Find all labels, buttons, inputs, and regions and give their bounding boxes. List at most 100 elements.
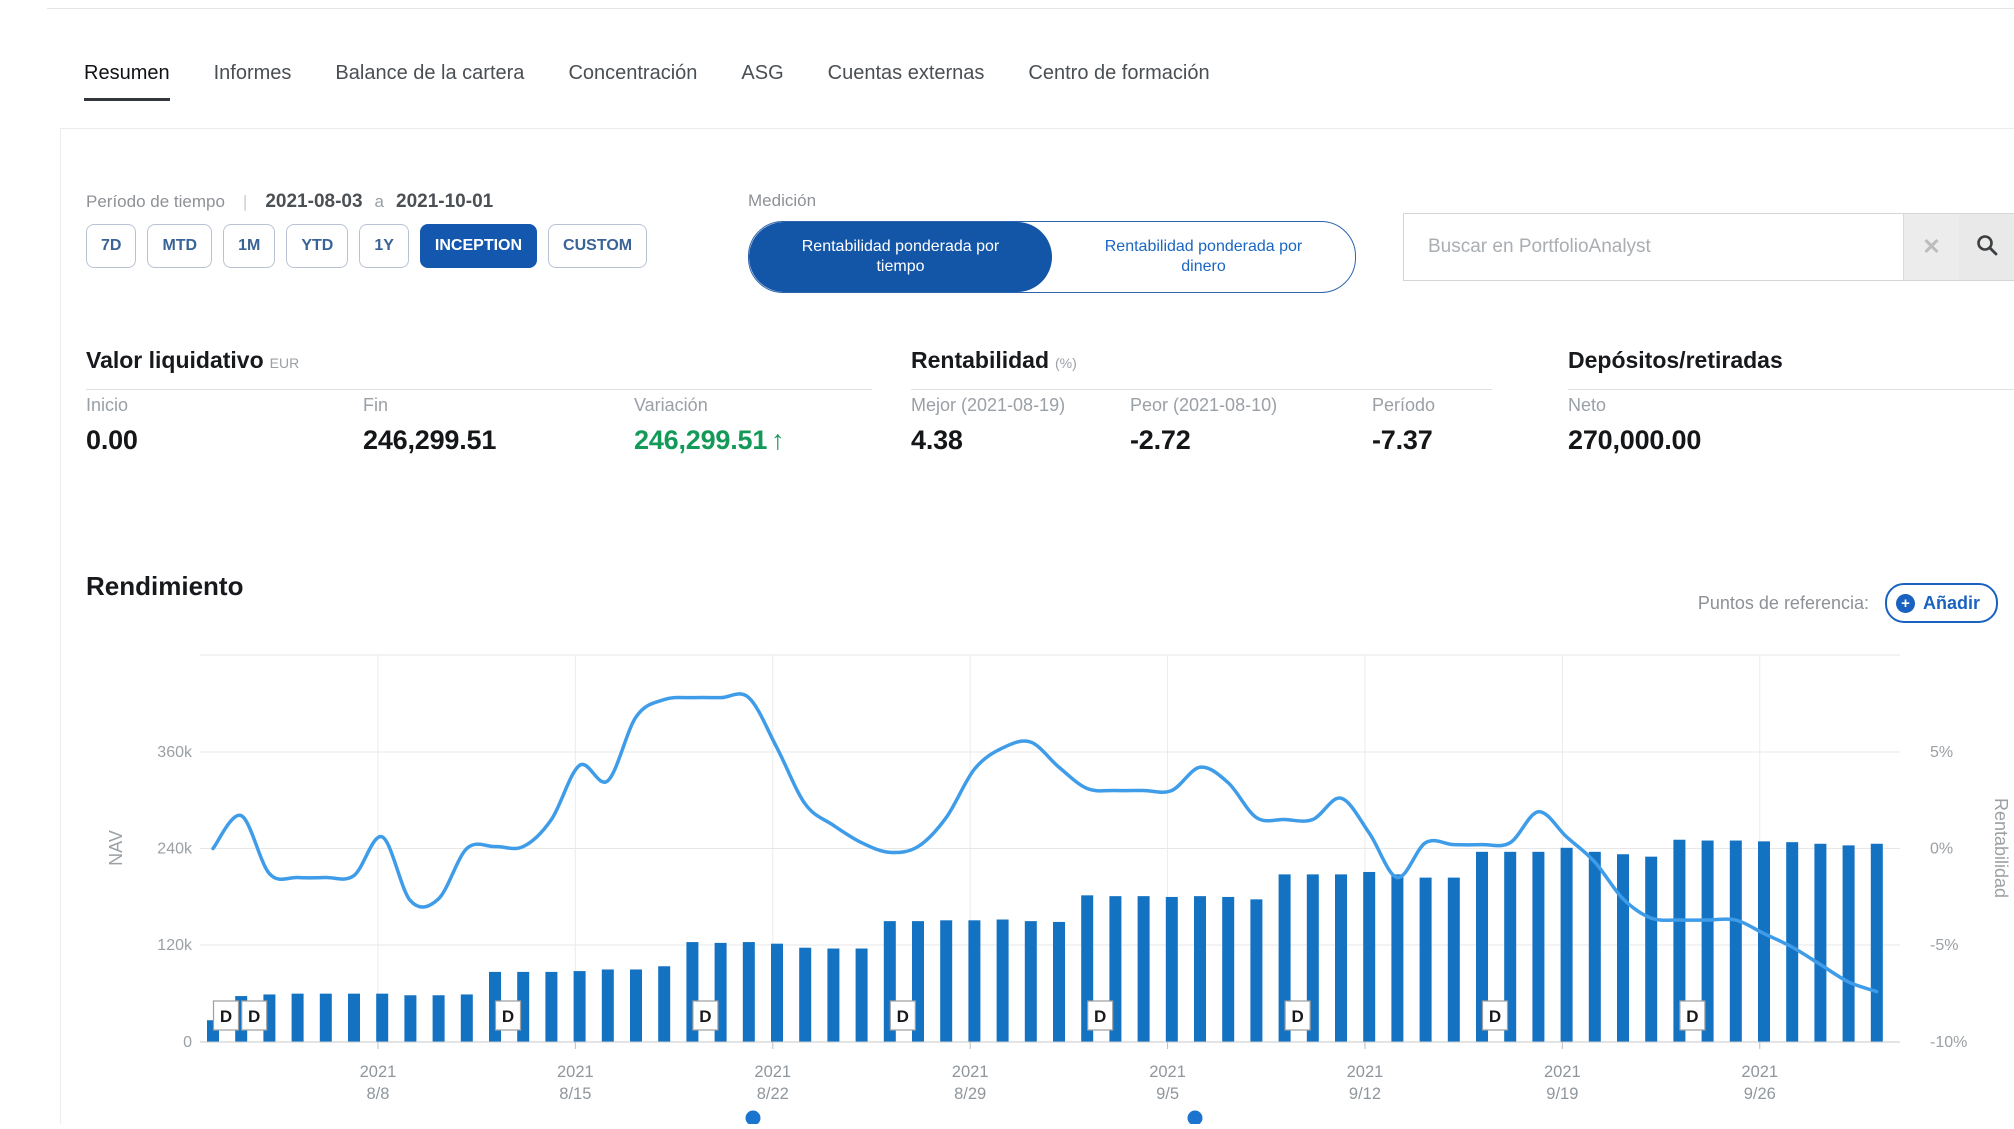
- nav-bar: [1138, 896, 1150, 1042]
- stat-column: Inicio0.00: [86, 395, 138, 456]
- x-tick-date: 9/5: [1156, 1085, 1179, 1103]
- nav-axis-tick: 360k: [157, 744, 193, 761]
- period-to-date: 2021-10-01: [396, 191, 493, 213]
- benchmark-label: Puntos de referencia:: [1698, 593, 1869, 614]
- stat-label: Variación: [634, 395, 784, 416]
- x-tick-year: 2021: [557, 1063, 594, 1081]
- nav-bar: [743, 942, 755, 1042]
- x-tick-date: 8/22: [757, 1085, 789, 1103]
- measure-label: Medición: [748, 191, 816, 211]
- return-axis-tick: -5%: [1930, 937, 1958, 954]
- search-button[interactable]: [1959, 214, 2014, 280]
- header-divider: [47, 8, 2014, 9]
- tab-balance-de-la-cartera[interactable]: Balance de la cartera: [335, 62, 524, 101]
- nav-bar: [1758, 841, 1770, 1042]
- performance-title: Rendimiento: [86, 571, 243, 602]
- stat-value-text: 4.38: [911, 425, 963, 455]
- tab-resumen[interactable]: Resumen: [84, 62, 170, 101]
- return-axis-tick: -10%: [1930, 1034, 1967, 1051]
- x-tick-date: 9/19: [1546, 1085, 1578, 1103]
- deposit-marker[interactable]: D: [1285, 1001, 1310, 1030]
- tab-informes[interactable]: Informes: [214, 62, 292, 101]
- deposit-marker-letter: D: [248, 1007, 260, 1026]
- stat-group-title: Depósitos/retiradas: [1568, 347, 1783, 374]
- plus-circle-icon: +: [1896, 594, 1915, 613]
- period-button-custom[interactable]: CUSTOM: [548, 224, 647, 268]
- deposit-marker[interactable]: D: [496, 1001, 521, 1030]
- deposit-marker[interactable]: D: [1088, 1001, 1113, 1030]
- tab-asg[interactable]: ASG: [741, 62, 783, 101]
- nav-bar: [1589, 852, 1601, 1042]
- period-button-7d[interactable]: 7D: [86, 224, 136, 268]
- search-input[interactable]: [1404, 214, 1903, 280]
- stat-value: -2.72: [1130, 425, 1277, 456]
- deposit-marker-letter: D: [502, 1007, 514, 1026]
- legend-return-dot[interactable]: [1188, 1111, 1203, 1125]
- nav-bar: [799, 948, 811, 1042]
- stat-title: Valor liquidativo: [86, 347, 264, 373]
- tab-concentración[interactable]: Concentración: [568, 62, 697, 101]
- deposit-marker[interactable]: D: [890, 1001, 915, 1030]
- stat-column: Variación 246,299.51↑: [634, 395, 784, 456]
- legend-nav-dot[interactable]: [746, 1111, 761, 1125]
- nav-axis-tick: 120k: [157, 937, 193, 954]
- x-icon: ✕: [1922, 234, 1940, 260]
- stat-label: Peor (2021-08-10): [1130, 395, 1277, 416]
- stat-label: Neto: [1568, 395, 1701, 416]
- nav-bar: [1335, 874, 1347, 1042]
- deposit-marker[interactable]: D: [1483, 1001, 1508, 1030]
- add-benchmark-button[interactable]: + Añadir: [1885, 583, 1998, 623]
- stat-value: 0.00: [86, 425, 138, 456]
- nav-bar: [602, 969, 614, 1042]
- nav-bar: [1166, 897, 1178, 1042]
- nav-bar: [1194, 896, 1206, 1042]
- nav-bar: [376, 994, 388, 1042]
- stat-unit: (%): [1055, 355, 1077, 371]
- nav-bar: [292, 994, 304, 1042]
- stat-column: Peor (2021-08-10) -2.72: [1130, 395, 1277, 456]
- measure-option-tiempo[interactable]: Rentabilidad ponderada portiempo: [749, 222, 1052, 292]
- nav-bar: [545, 972, 557, 1042]
- stat-divider: [911, 389, 1492, 390]
- nav-bar: [1222, 897, 1234, 1042]
- nav-bar: [461, 994, 473, 1042]
- deposit-marker-letter: D: [1291, 1007, 1303, 1026]
- nav-bar: [1814, 844, 1826, 1042]
- tab-cuentas-externas[interactable]: Cuentas externas: [828, 62, 985, 101]
- nav-bar: [856, 949, 868, 1042]
- stat-value: 246,299.51↑: [634, 425, 784, 456]
- deposit-marker[interactable]: D: [214, 1001, 239, 1030]
- period-button-ytd[interactable]: YTD: [286, 224, 348, 268]
- period-to-word: a: [375, 192, 384, 212]
- nav-bar: [827, 949, 839, 1042]
- deposit-marker-letter: D: [220, 1007, 232, 1026]
- tab-centro-de-formación[interactable]: Centro de formación: [1028, 62, 1209, 101]
- period-button-1m[interactable]: 1M: [223, 224, 275, 268]
- performance-chart: DDDDDDDDD0120k240k360kNAV5%0%-5%-10%Rent…: [100, 645, 2014, 1124]
- stat-column: Período-7.37: [1372, 395, 1435, 456]
- nav-bar: [1561, 848, 1573, 1042]
- benchmark-controls: Puntos de referencia: + Añadir: [1698, 583, 1998, 623]
- x-tick-date: 8/29: [954, 1085, 986, 1103]
- deposit-marker[interactable]: D: [242, 1001, 267, 1030]
- period-button-mtd[interactable]: MTD: [147, 224, 212, 268]
- measure-option-line2: dinero: [1181, 257, 1225, 277]
- deposit-marker-letter: D: [1094, 1007, 1106, 1026]
- stat-value: 246,299.51: [363, 425, 496, 456]
- stat-value: -7.37: [1372, 425, 1435, 456]
- deposit-marker[interactable]: D: [693, 1001, 718, 1030]
- add-benchmark-label: Añadir: [1923, 593, 1980, 614]
- period-from-date: 2021-08-03: [265, 191, 362, 213]
- period-button-group: 7DMTD1MYTD1YINCEPTIONCUSTOM: [86, 224, 647, 268]
- clear-search-button[interactable]: ✕: [1903, 214, 1959, 280]
- nav-bar: [630, 969, 642, 1042]
- x-tick-date: 8/15: [559, 1085, 591, 1103]
- period-button-1y[interactable]: 1Y: [359, 224, 409, 268]
- x-tick-date: 9/12: [1349, 1085, 1381, 1103]
- stat-column: Neto 270,000.00: [1568, 395, 1701, 456]
- period-button-inception[interactable]: INCEPTION: [420, 224, 537, 268]
- measure-option-dinero[interactable]: Rentabilidad ponderada pordinero: [1052, 222, 1355, 292]
- stat-value: 270,000.00: [1568, 425, 1701, 456]
- deposit-marker[interactable]: D: [1680, 1001, 1705, 1030]
- measure-toggle: Rentabilidad ponderada portiempoRentabil…: [748, 221, 1356, 293]
